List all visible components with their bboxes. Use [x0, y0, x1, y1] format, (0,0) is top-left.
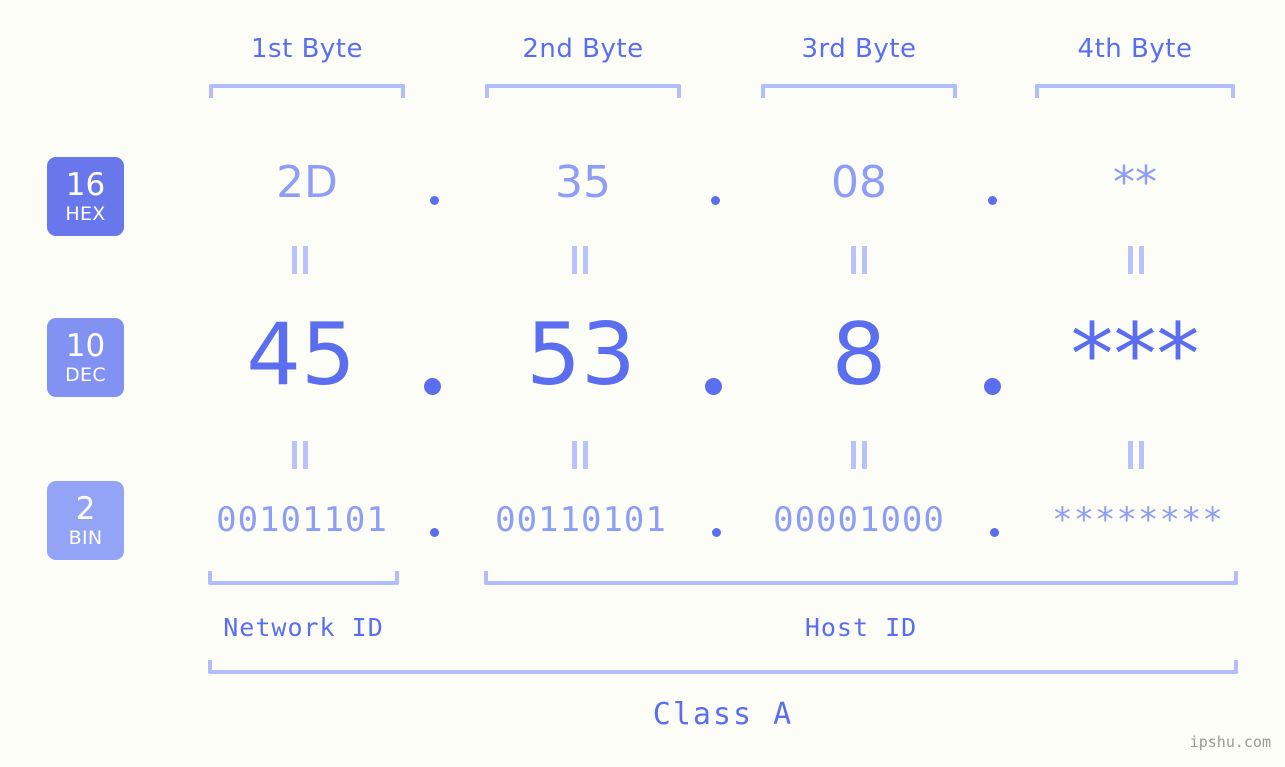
hex-dot-3: [988, 196, 997, 205]
hex-byte-2-value: 35: [555, 157, 611, 208]
equals-icon-hex-dec-1: [292, 246, 308, 274]
byte-bracket-2: [485, 84, 681, 98]
bin-byte-1-value: 00101101: [216, 500, 388, 540]
dec-dot-2: [705, 378, 722, 395]
hex-byte-1-value: 2D: [276, 157, 338, 208]
equals-icon-dec-bin-3: [851, 441, 867, 469]
host-id-bracket: [484, 571, 1238, 585]
class-bracket: [208, 660, 1238, 674]
equals-icon-hex-dec-4: [1128, 246, 1144, 274]
equals-icon-dec-bin-2: [572, 441, 588, 469]
network-id-bracket: [208, 571, 399, 585]
radix-badge-dec-number: 10: [65, 327, 106, 364]
ip-address-breakdown-diagram: 1st Byte 2nd Byte 3rd Byte 4th Byte 16 H…: [0, 0, 1285, 767]
class-label: Class A: [652, 697, 794, 732]
bin-byte-2-value: 00110101: [495, 500, 667, 540]
radix-badge-bin-system: BIN: [68, 526, 103, 549]
hex-byte-4-value: **: [1113, 157, 1157, 208]
byte-header-label-4: 4th Byte: [1077, 34, 1193, 64]
radix-badge-bin: 2 BIN: [47, 481, 124, 560]
radix-badge-hex-number: 16: [65, 166, 106, 203]
bin-byte-3-value: 00001000: [773, 500, 945, 540]
byte-bracket-1: [209, 84, 405, 98]
equals-icon-hex-dec-3: [851, 246, 867, 274]
hex-dot-1: [430, 196, 439, 205]
radix-badge-hex: 16 HEX: [47, 157, 124, 236]
bin-dot-3: [990, 528, 999, 537]
byte-header-label-3: 3rd Byte: [801, 34, 917, 64]
equals-icon-dec-bin-1: [292, 441, 308, 469]
dec-dot-1: [424, 378, 441, 395]
byte-bracket-4: [1035, 84, 1235, 98]
dec-byte-4-value: ***: [1070, 305, 1200, 405]
network-id-label: Network ID: [223, 613, 384, 642]
bin-dot-1: [430, 528, 439, 537]
bin-dot-2: [712, 528, 721, 537]
byte-header-label-2: 2nd Byte: [522, 34, 644, 64]
hex-dot-2: [711, 196, 720, 205]
hex-byte-3-value: 08: [831, 157, 887, 208]
equals-icon-hex-dec-2: [572, 246, 588, 274]
dec-byte-2-value: 53: [526, 305, 636, 405]
equals-icon-dec-bin-4: [1128, 441, 1144, 469]
radix-badge-dec-system: DEC: [65, 363, 106, 386]
byte-bracket-3: [761, 84, 957, 98]
radix-badge-hex-system: HEX: [65, 202, 106, 225]
byte-header-label-1: 1st Byte: [251, 34, 363, 64]
dec-byte-1-value: 45: [246, 305, 356, 405]
host-id-label: Host ID: [804, 613, 918, 642]
bin-byte-4-value: ********: [1052, 500, 1224, 540]
dec-dot-3: [984, 378, 1001, 395]
dec-byte-3-value: 8: [831, 305, 887, 405]
site-watermark: ipshu.com: [1189, 733, 1271, 751]
radix-badge-bin-number: 2: [75, 490, 96, 527]
radix-badge-dec: 10 DEC: [47, 318, 124, 397]
